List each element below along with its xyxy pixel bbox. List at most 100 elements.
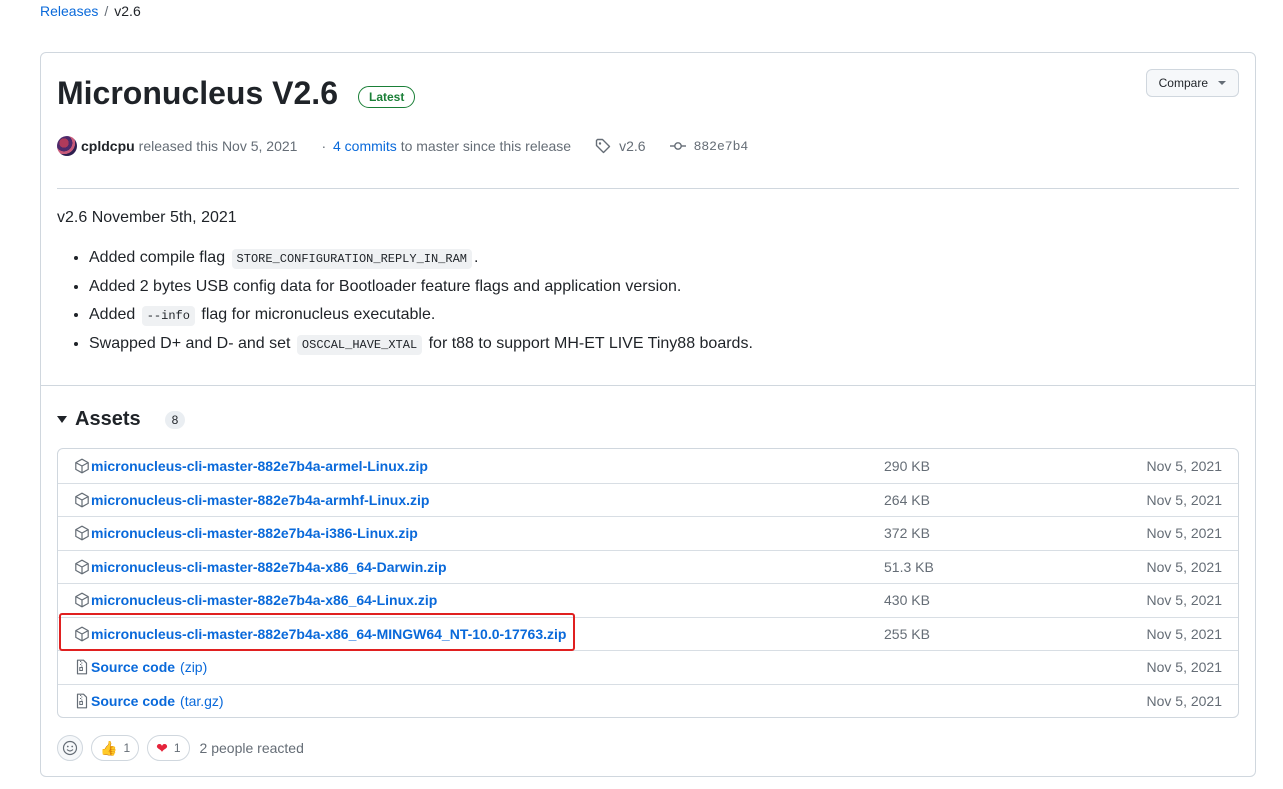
reactions-bar: 👍 1 ❤ 1 2 people reacted <box>57 735 304 761</box>
asset-name-label: Source code <box>91 659 176 676</box>
file-zip-icon <box>74 693 90 709</box>
thumbs-up-count: 1 <box>123 741 131 755</box>
asset-row: micronucleus-cli-master-882e7b4a-x86_64-… <box>58 549 1238 584</box>
asset-date: Nov 5, 2021 <box>1146 558 1223 575</box>
add-reaction-button[interactable] <box>57 735 83 761</box>
notes-item: Added compile flag STORE_CONFIGURATION_R… <box>89 244 753 273</box>
asset-date: Nov 5, 2021 <box>1146 625 1223 642</box>
reactions-summary: 2 people reacted <box>199 740 304 756</box>
latest-badge: Latest <box>357 85 416 108</box>
asset-row: micronucleus-cli-master-882e7b4a-i386-Li… <box>58 516 1238 550</box>
commit-info[interactable]: 882e7b4 <box>669 138 749 154</box>
code-snippet: --info <box>141 306 195 326</box>
meta-divider <box>57 188 1239 189</box>
asset-name-label: micronucleus-cli-master-882e7b4a-x86_64-… <box>91 625 567 642</box>
asset-date: Nov 5, 2021 <box>1146 592 1223 609</box>
released-text: released this Nov 5, 2021 <box>138 138 298 154</box>
file-zip-icon <box>74 659 90 675</box>
thumbs-up-icon: 👍 <box>100 739 118 756</box>
commits-prefix: · <box>321 138 327 154</box>
code-snippet: STORE_CONFIGURATION_REPLY_IN_RAM <box>231 249 472 269</box>
breadcrumb-current: v2.6 <box>114 3 141 19</box>
chevron-down-icon <box>1218 81 1226 85</box>
smiley-icon <box>62 740 78 756</box>
package-icon <box>74 626 90 642</box>
package-icon <box>74 559 90 575</box>
heart-count: 1 <box>173 741 181 755</box>
breadcrumb: Releases / v2.6 <box>40 3 141 19</box>
asset-ext-label: (tar.gz) <box>180 692 224 709</box>
package-icon <box>74 458 90 474</box>
asset-size: 430 KB <box>884 592 930 609</box>
asset-name-label: micronucleus-cli-master-882e7b4a-i386-Li… <box>91 525 418 542</box>
tag-label: v2.6 <box>619 138 646 154</box>
triangle-down-icon <box>57 416 67 423</box>
commit-hash: 882e7b4 <box>693 138 749 154</box>
asset-date: Nov 5, 2021 <box>1146 525 1223 542</box>
asset-download-link[interactable]: micronucleus-cli-master-882e7b4a-x86_64-… <box>74 592 442 608</box>
breadcrumb-releases-link[interactable]: Releases <box>40 3 98 19</box>
package-icon <box>74 492 90 508</box>
assets-toggle[interactable]: Assets 8 <box>57 408 186 431</box>
asset-size: 255 KB <box>884 625 930 642</box>
asset-row: micronucleus-cli-master-882e7b4a-x86_64-… <box>58 583 1238 617</box>
commits-info: · 4 commits to master since this release <box>321 138 571 154</box>
asset-size: 372 KB <box>884 525 930 542</box>
avatar[interactable] <box>57 136 77 156</box>
heart-reaction[interactable]: ❤ 1 <box>147 735 190 761</box>
asset-size: 51.3 KB <box>884 558 934 575</box>
asset-download-link[interactable]: micronucleus-cli-master-882e7b4a-i386-Li… <box>74 525 423 541</box>
asset-download-link[interactable]: micronucleus-cli-master-882e7b4a-x86_64-… <box>74 559 452 575</box>
asset-download-link[interactable]: micronucleus-cli-master-882e7b4a-armhf-L… <box>74 492 434 508</box>
thumbs-up-reaction[interactable]: 👍 1 <box>91 735 140 761</box>
asset-row: micronucleus-cli-master-882e7b4a-x86_64-… <box>58 616 1238 651</box>
breadcrumb-separator: / <box>104 3 109 19</box>
asset-name-label: micronucleus-cli-master-882e7b4a-armel-L… <box>91 457 428 474</box>
asset-date: Nov 5, 2021 <box>1146 491 1223 508</box>
release-card: Micronucleus V2.6 Latest Compare cpldcpu… <box>40 52 1256 777</box>
package-icon <box>74 592 90 608</box>
asset-size: 290 KB <box>884 457 930 474</box>
asset-size: 264 KB <box>884 491 930 508</box>
asset-name-label: micronucleus-cli-master-882e7b4a-x86_64-… <box>91 558 447 575</box>
asset-row: Source code (zip) Nov 5, 2021 <box>58 650 1238 684</box>
assets-table: micronucleus-cli-master-882e7b4a-armel-L… <box>57 448 1239 718</box>
package-icon <box>74 525 90 541</box>
assets-title: Assets <box>75 408 141 430</box>
commits-suffix: to master since this release <box>400 138 572 154</box>
heart-icon: ❤ <box>156 739 168 756</box>
notes-item: Added 2 bytes USB config data for Bootlo… <box>89 273 753 301</box>
tag-info[interactable]: v2.6 <box>595 138 646 154</box>
asset-name-label: micronucleus-cli-master-882e7b4a-x86_64-… <box>91 592 438 609</box>
git-commit-icon <box>669 142 686 150</box>
release-title[interactable]: Micronucleus V2.6 <box>57 75 338 112</box>
asset-date: Nov 5, 2021 <box>1146 659 1223 676</box>
asset-download-link[interactable]: Source code (tar.gz) <box>74 693 224 709</box>
notes-list: Added compile flag STORE_CONFIGURATION_R… <box>57 244 753 359</box>
asset-date: Nov 5, 2021 <box>1146 457 1223 474</box>
release-title-row: Micronucleus V2.6 Latest <box>57 75 416 112</box>
release-notes: v2.6 November 5th, 2021 Added compile fl… <box>57 209 753 359</box>
notes-item: Added --info flag for micronucleus execu… <box>89 301 753 330</box>
asset-date: Nov 5, 2021 <box>1146 692 1223 709</box>
section-divider <box>41 385 1255 386</box>
notes-heading: v2.6 November 5th, 2021 <box>57 209 237 226</box>
author-link[interactable]: cpldcpu <box>81 138 135 154</box>
asset-download-link[interactable]: micronucleus-cli-master-882e7b4a-x86_64-… <box>74 626 571 642</box>
compare-button[interactable]: Compare <box>1145 69 1239 97</box>
asset-download-link[interactable]: Source code (zip) <box>74 659 207 675</box>
asset-name-label: micronucleus-cli-master-882e7b4a-armhf-L… <box>91 491 430 508</box>
tag-icon <box>595 138 611 154</box>
assets-count-badge: 8 <box>164 410 186 429</box>
release-meta: cpldcpu released this Nov 5, 2021 · 4 co… <box>57 135 748 157</box>
asset-download-link[interactable]: micronucleus-cli-master-882e7b4a-armel-L… <box>74 458 433 474</box>
commits-link[interactable]: 4 commits <box>333 138 397 154</box>
asset-name-label: Source code <box>91 692 176 709</box>
notes-item: Swapped D+ and D- and set OSCCAL_HAVE_XT… <box>89 330 753 359</box>
asset-row: micronucleus-cli-master-882e7b4a-armhf-L… <box>58 482 1238 517</box>
asset-row: micronucleus-cli-master-882e7b4a-armel-L… <box>58 449 1238 483</box>
compare-label: Compare <box>1158 76 1208 90</box>
code-snippet: OSCCAL_HAVE_XTAL <box>296 335 423 355</box>
asset-row: Source code (tar.gz) Nov 5, 2021 <box>58 683 1238 718</box>
asset-ext-label: (zip) <box>180 659 208 676</box>
